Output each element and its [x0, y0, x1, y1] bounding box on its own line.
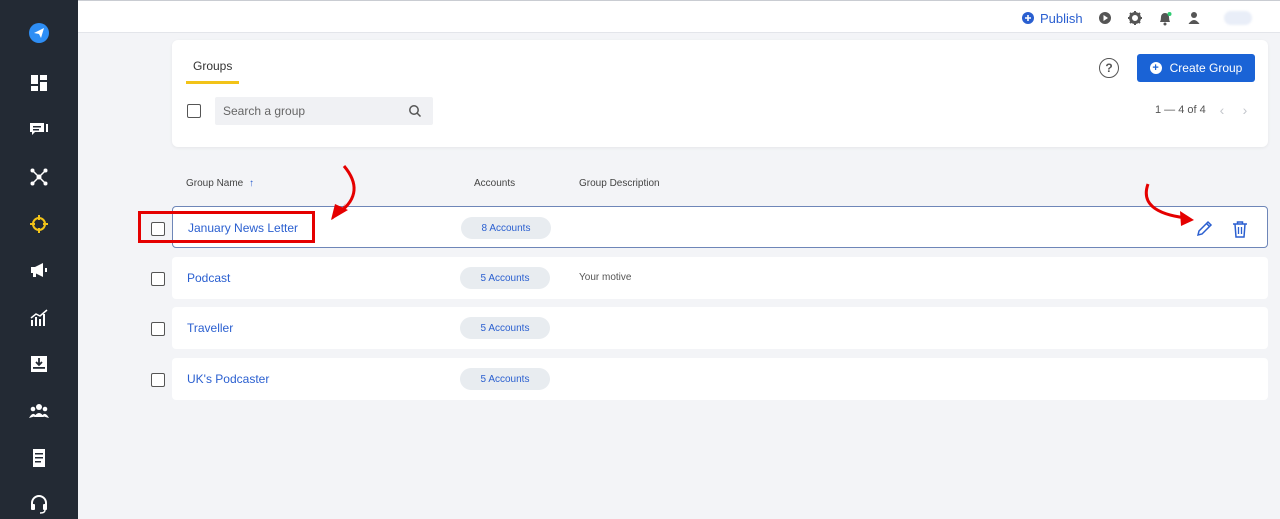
- download-icon: [31, 356, 47, 372]
- document-icon: [33, 449, 45, 467]
- row-checkbox[interactable]: [151, 272, 165, 286]
- team-icon: [29, 404, 49, 418]
- table-row[interactable]: January News Letter 8 Accounts: [172, 206, 1268, 248]
- highlight-box: [138, 211, 315, 243]
- table-row[interactable]: UK's Podcaster 5 Accounts: [172, 358, 1268, 400]
- search-box: [215, 97, 433, 125]
- sidebar-item-dashboard[interactable]: [0, 68, 78, 98]
- group-name-link[interactable]: UK's Podcaster: [187, 372, 269, 386]
- inbox-icon: [30, 123, 48, 135]
- accounts-badge[interactable]: 5 Accounts: [460, 267, 550, 289]
- publish-button[interactable]: Publish: [1022, 9, 1083, 27]
- gear-icon[interactable]: [1127, 10, 1143, 26]
- row-checkbox[interactable]: [151, 373, 165, 387]
- headset-icon: [31, 495, 47, 514]
- play-icon[interactable]: [1097, 10, 1113, 26]
- groups-header-card: Groups ? + Create Group 1 — 4 of 4 ‹ ›: [172, 40, 1268, 147]
- select-all-checkbox[interactable]: [187, 104, 201, 118]
- sidebar-item-team[interactable]: [0, 396, 78, 426]
- sidebar-item-groups[interactable]: [0, 209, 78, 239]
- plus-icon: +: [1149, 62, 1162, 74]
- sidebar-item-documents[interactable]: [0, 443, 78, 473]
- sort-asc-icon[interactable]: ↑: [249, 178, 254, 189]
- row-checkbox[interactable]: [151, 322, 165, 336]
- megaphone-icon: [31, 263, 47, 277]
- group-name-link[interactable]: Traveller: [187, 321, 233, 335]
- column-header-accounts: Accounts: [474, 178, 516, 189]
- top-bar: Publish: [78, 0, 1280, 33]
- column-header-description: Group Description: [579, 178, 660, 189]
- sidebar-item-analytics[interactable]: [0, 303, 78, 333]
- sidebar-item-network[interactable]: [0, 162, 78, 192]
- bell-icon[interactable]: [1157, 10, 1173, 26]
- group-name-link[interactable]: Podcast: [187, 271, 230, 285]
- target-icon: [30, 215, 48, 233]
- sidebar-item-inbox[interactable]: [0, 115, 78, 145]
- search-input[interactable]: [215, 97, 405, 125]
- search-icon[interactable]: [408, 104, 422, 118]
- sidebar-item-download[interactable]: [0, 349, 78, 379]
- edit-icon[interactable]: [1194, 219, 1214, 239]
- analytics-icon: [30, 309, 48, 326]
- plus-circle-icon: [1022, 12, 1034, 24]
- help-icon[interactable]: ?: [1099, 58, 1119, 78]
- accounts-badge[interactable]: 5 Accounts: [460, 317, 550, 339]
- avatar[interactable]: [1224, 11, 1252, 25]
- table-row[interactable]: Podcast 5 Accounts Your motive: [172, 257, 1268, 299]
- table-row[interactable]: Traveller 5 Accounts: [172, 307, 1268, 349]
- accounts-badge[interactable]: 5 Accounts: [460, 368, 550, 390]
- trash-icon[interactable]: [1230, 219, 1250, 239]
- user-icon[interactable]: [1186, 10, 1202, 26]
- group-description: Your motive: [579, 272, 632, 283]
- sidebar-item-campaigns[interactable]: [0, 255, 78, 285]
- accounts-badge[interactable]: 8 Accounts: [461, 217, 551, 239]
- column-header-group-name[interactable]: Group Name ↑: [186, 178, 254, 189]
- dashboard-icon: [31, 75, 47, 91]
- create-group-button[interactable]: + Create Group: [1137, 54, 1255, 82]
- sidebar-item-support[interactable]: [0, 489, 78, 519]
- create-group-label: Create Group: [1169, 61, 1243, 75]
- column-label: Group Name: [186, 178, 244, 189]
- paper-plane-icon: [29, 23, 49, 43]
- chevron-left-icon[interactable]: ‹: [1215, 102, 1229, 118]
- pagination-text: 1 — 4 of 4: [1155, 104, 1206, 116]
- tab-groups[interactable]: Groups: [186, 59, 240, 84]
- publish-label: Publish: [1040, 10, 1083, 26]
- sidebar-item-publish[interactable]: [0, 18, 78, 48]
- sidebar: [0, 0, 78, 519]
- chevron-right-icon[interactable]: ›: [1238, 102, 1252, 118]
- network-icon: [30, 168, 48, 186]
